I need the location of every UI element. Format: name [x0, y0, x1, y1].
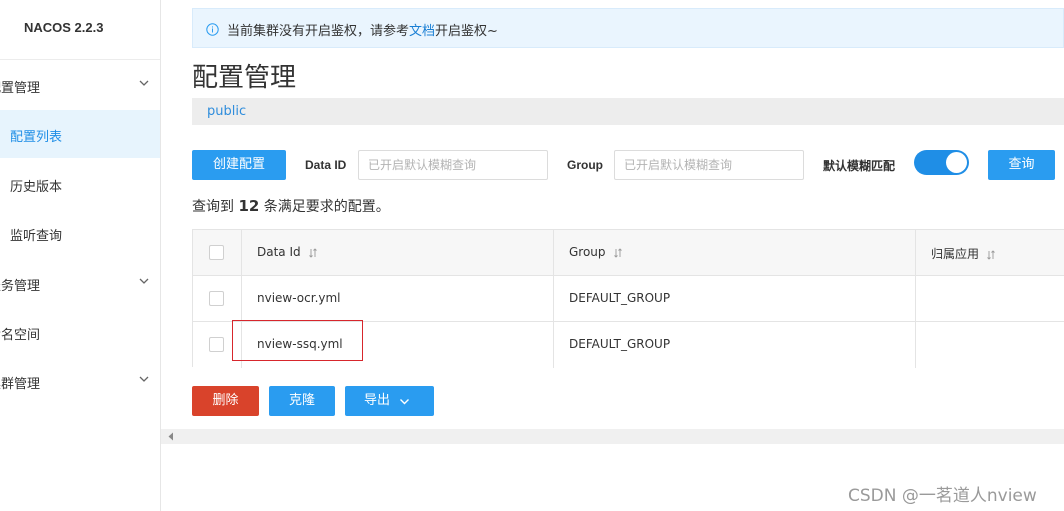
auth-notice: 当前集群没有开启鉴权，请参考文档开启鉴权~: [192, 8, 1064, 48]
sidebar-item-cluster-management[interactable]: 集群管理: [0, 357, 160, 405]
notice-doc-link[interactable]: 文档: [409, 24, 435, 39]
sidebar-item-service-management[interactable]: 服务管理: [0, 259, 160, 307]
page-title: 配置管理: [192, 63, 297, 93]
export-label: 导出: [364, 393, 391, 408]
result-prefix: 查询到: [192, 199, 234, 215]
namespace-tab-public[interactable]: public: [207, 104, 246, 119]
fuzzy-match-toggle[interactable]: [914, 150, 969, 175]
sidebar-item-label: 历史版本: [10, 180, 63, 195]
namespace-bar: public: [192, 98, 1064, 125]
row-select-cell: [193, 322, 241, 368]
watermark: CSDN @一茗道人nview: [848, 486, 1037, 506]
cell-data-id: nview-ssq.yml: [241, 322, 553, 368]
notice-suffix: 开启鉴权~: [435, 24, 498, 39]
header-group[interactable]: Group: [553, 230, 915, 276]
header-label: Data Id: [257, 245, 301, 259]
result-suffix: 条满足要求的配置。: [263, 199, 390, 215]
cell-data-id: nview-ocr.yml: [241, 276, 553, 322]
header-label: Group: [569, 245, 606, 259]
brand-divider: [0, 59, 160, 60]
table-row: nview-ocr.yml DEFAULT_GROUP: [193, 276, 1064, 322]
chevron-down-icon: [139, 80, 149, 86]
table-header: Data Id Group 归属应用: [193, 230, 1064, 276]
sidebar-item-listener-query[interactable]: 监听查询: [0, 209, 160, 257]
row-checkbox[interactable]: [209, 291, 224, 306]
sidebar-item-label: 命名空间: [0, 328, 41, 343]
chevron-down-icon: [400, 399, 409, 405]
header-select-cell: [193, 230, 241, 276]
group-value: DEFAULT_GROUP: [569, 291, 671, 305]
table-row: nview-ssq.yml DEFAULT_GROUP: [193, 322, 1064, 368]
export-button[interactable]: 导出: [345, 386, 434, 416]
cell-group: DEFAULT_GROUP: [553, 276, 915, 322]
data-id-label: Data ID: [305, 158, 347, 172]
sidebar-item-label: 服务管理: [0, 279, 41, 294]
info-icon: [206, 23, 219, 36]
sidebar-item-label: 配置列表: [10, 130, 63, 145]
data-id-value: nview-ocr.yml: [257, 291, 341, 305]
query-button[interactable]: 查询: [988, 150, 1055, 180]
notice-prefix: 当前集群没有开启鉴权，请参考: [227, 24, 410, 39]
header-data-id[interactable]: Data Id: [241, 230, 553, 276]
select-all-checkbox[interactable]: [209, 245, 224, 260]
create-config-button[interactable]: 创建配置: [192, 150, 286, 180]
sort-icon: [987, 249, 995, 260]
chevron-down-icon: [139, 278, 149, 284]
toggle-knob: [946, 152, 967, 173]
data-id-value: nview-ssq.yml: [257, 337, 343, 351]
cell-app: [915, 276, 1064, 322]
group-value: DEFAULT_GROUP: [569, 337, 671, 351]
clone-button[interactable]: 克隆: [269, 386, 335, 416]
notice-text: 当前集群没有开启鉴权，请参考文档开启鉴权~: [227, 20, 498, 39]
sort-icon: [308, 247, 317, 258]
sidebar-item-label: 监听查询: [10, 229, 63, 244]
sidebar-item-namespace[interactable]: 命名空间: [0, 308, 160, 356]
sidebar-item-config-management[interactable]: 配置管理: [0, 61, 160, 109]
header-app[interactable]: 归属应用: [915, 230, 1064, 276]
horizontal-scrollbar[interactable]: [161, 429, 1064, 444]
row-select-cell: [193, 276, 241, 322]
header-label: 归属应用: [931, 247, 980, 261]
fuzzy-match-label: 默认模糊匹配: [823, 159, 896, 173]
sidebar-item-history[interactable]: 历史版本: [0, 160, 160, 208]
sidebar: NACOS 2.2.3 配置管理 配置列表 历史版本 监听查询 服务管理 命名空…: [0, 0, 161, 511]
sidebar-item-label: 集群管理: [0, 377, 41, 392]
group-input[interactable]: [614, 150, 804, 180]
data-id-input[interactable]: [358, 150, 548, 180]
delete-button[interactable]: 删除: [192, 386, 259, 416]
result-count: 12: [238, 197, 260, 215]
brand-logo: NACOS 2.2.3: [24, 20, 104, 35]
config-table: Data Id Group 归属应用 nview-ocr.yml DEFAULT…: [192, 229, 1064, 368]
result-summary: 查询到 12 条满足要求的配置。: [192, 196, 390, 216]
chevron-down-icon: [139, 376, 149, 382]
cell-group: DEFAULT_GROUP: [553, 322, 915, 368]
cell-app: [915, 322, 1064, 368]
row-checkbox[interactable]: [209, 337, 224, 352]
sidebar-item-config-list[interactable]: 配置列表: [0, 110, 160, 158]
sort-icon: [613, 247, 622, 258]
sidebar-item-label: 配置管理: [0, 81, 41, 96]
scroll-left-icon[interactable]: [167, 432, 175, 441]
group-label: Group: [567, 158, 603, 172]
